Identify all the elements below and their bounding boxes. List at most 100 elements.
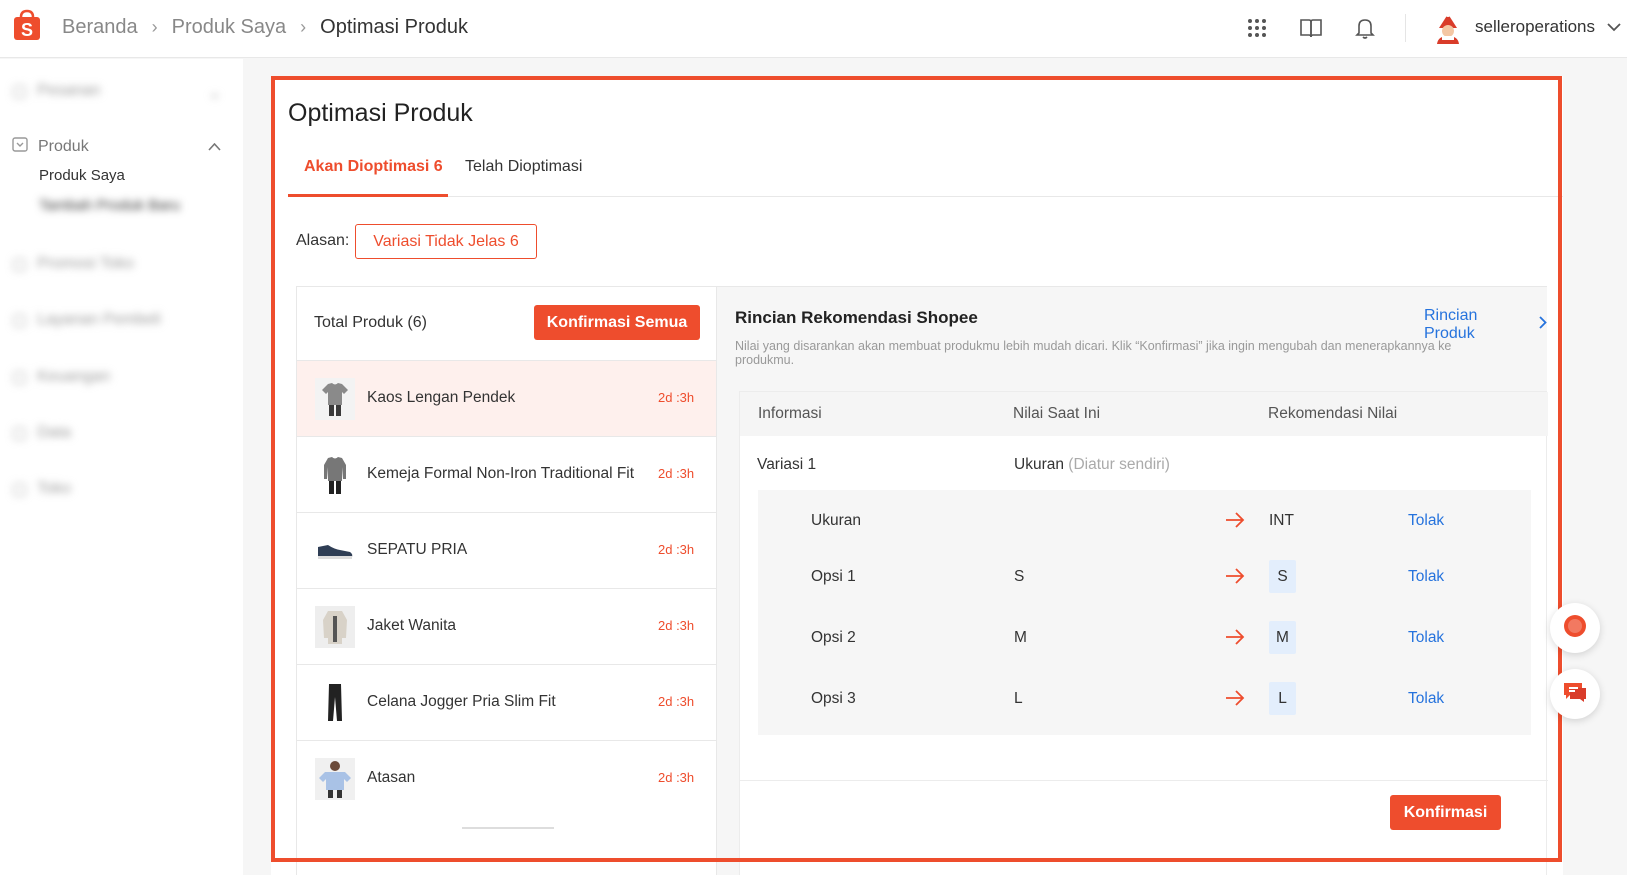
sidebar-item-label: Toko bbox=[37, 480, 71, 497]
list-item[interactable]: Atasan 2d :3h bbox=[297, 740, 716, 816]
jacket-icon bbox=[315, 606, 355, 648]
variation-note: (Diatur sendiri) bbox=[1068, 456, 1170, 473]
shirt-icon bbox=[315, 454, 355, 496]
variation-label: Variasi 1 bbox=[757, 456, 817, 473]
table-row: Opsi 1 S S Tolak bbox=[758, 556, 1531, 596]
table-header: Informasi Nilai Saat Ini Rekomendasi Nil… bbox=[740, 392, 1548, 436]
pants-icon bbox=[315, 682, 355, 724]
divider bbox=[740, 780, 1548, 781]
product-name: Celana Jogger Pria Slim Fit bbox=[367, 693, 556, 710]
order-icon: ▢ bbox=[12, 83, 28, 100]
chevron-right-icon bbox=[1539, 316, 1547, 334]
sidebar-item-label: Produk bbox=[38, 137, 89, 155]
notification-bubble-icon bbox=[1562, 613, 1588, 644]
service-icon: ▢ bbox=[12, 312, 28, 329]
row-current: M bbox=[1014, 629, 1027, 646]
reject-button[interactable]: Tolak bbox=[1408, 629, 1444, 647]
recommendation-panel: Rincian Rekomendasi Shopee Rincian Produ… bbox=[717, 286, 1548, 875]
list-item[interactable]: Kemeja Formal Non-Iron Traditional Fit 2… bbox=[297, 436, 716, 512]
tshirt-icon bbox=[315, 378, 355, 420]
promo-icon: ▢ bbox=[12, 256, 28, 273]
sidebar-item-promosi[interactable]: ▢ Promosi Toko bbox=[12, 254, 134, 274]
apps-grid-icon[interactable] bbox=[1245, 16, 1269, 40]
chat-icon bbox=[1562, 680, 1588, 709]
arrow-right-icon bbox=[1224, 509, 1246, 531]
breadcrumb-produk-saya[interactable]: Produk Saya bbox=[172, 16, 287, 39]
sidebar-item-produk[interactable]: Produk bbox=[12, 136, 221, 157]
recommendation-table: Informasi Nilai Saat Ini Rekomendasi Nil… bbox=[739, 391, 1548, 875]
avatar[interactable] bbox=[1433, 12, 1463, 44]
row-recommended: M bbox=[1269, 621, 1296, 654]
reject-button[interactable]: Tolak bbox=[1408, 690, 1444, 708]
sidebar-item-keuangan[interactable]: ▢ Keuangan bbox=[12, 367, 110, 387]
recommendation-title: Rincian Rekomendasi Shopee bbox=[735, 308, 978, 327]
column-header: Nilai Saat Ini bbox=[1013, 405, 1101, 422]
reject-button[interactable]: Tolak bbox=[1408, 512, 1444, 530]
user-menu[interactable]: selleroperations bbox=[1475, 17, 1621, 37]
table-row: Opsi 3 L L Tolak bbox=[758, 678, 1531, 718]
shopee-logo-icon[interactable]: S bbox=[12, 9, 42, 41]
arrow-right-icon bbox=[1224, 565, 1246, 587]
sidebar-item-label: Keuangan bbox=[37, 368, 111, 385]
breadcrumb-beranda[interactable]: Beranda bbox=[62, 16, 138, 39]
confirm-button[interactable]: Konfirmasi bbox=[1390, 795, 1501, 830]
column-header: Informasi bbox=[758, 405, 822, 422]
bell-icon[interactable] bbox=[1353, 16, 1377, 40]
row-label: Ukuran bbox=[811, 512, 861, 529]
product-icon bbox=[12, 136, 28, 157]
chevron-up-icon bbox=[208, 138, 221, 156]
svg-text:S: S bbox=[21, 20, 33, 40]
list-item[interactable]: Jaket Wanita 2d :3h bbox=[297, 588, 716, 664]
row-current: L bbox=[1014, 690, 1023, 707]
countdown: 2d :3h bbox=[658, 466, 695, 481]
countdown: 2d :3h bbox=[658, 390, 695, 405]
header-divider bbox=[1405, 14, 1406, 42]
shop-icon: ▢ bbox=[12, 481, 28, 498]
arrow-right-icon bbox=[1224, 626, 1246, 648]
reject-button[interactable]: Tolak bbox=[1408, 568, 1444, 586]
list-item[interactable]: Kaos Lengan Pendek 2d :3h bbox=[297, 360, 716, 436]
product-detail-link[interactable]: Rincian Produk bbox=[1424, 307, 1547, 343]
book-icon[interactable] bbox=[1299, 16, 1323, 40]
row-label: Opsi 3 bbox=[811, 690, 856, 707]
reason-filter-button[interactable]: Variasi Tidak Jelas 6 bbox=[355, 224, 537, 259]
variation-current-value: Ukuran (Diatur sendiri) bbox=[1014, 456, 1170, 474]
product-name: Kemeja Formal Non-Iron Traditional Fit bbox=[367, 465, 635, 482]
sidebar-item-data[interactable]: ▢ Data bbox=[12, 423, 71, 443]
product-name: Atasan bbox=[367, 769, 416, 786]
breadcrumb: Beranda › Produk Saya › Optimasi Produk bbox=[62, 16, 468, 39]
row-recommended: INT bbox=[1269, 512, 1294, 529]
confirm-all-button[interactable]: Konfirmasi Semua bbox=[534, 305, 700, 340]
arrow-right-icon bbox=[1224, 687, 1246, 709]
sidebar-item-layanan[interactable]: ▢ Layanan Pembeli bbox=[12, 310, 161, 330]
countdown: 2d :3h bbox=[658, 618, 695, 633]
blouse-icon bbox=[315, 758, 355, 800]
variation-name: Ukuran bbox=[1014, 456, 1064, 473]
list-scrollbar[interactable] bbox=[462, 827, 554, 829]
countdown: 2d :3h bbox=[658, 770, 695, 785]
sidebar-item-toko[interactable]: ▢ Toko bbox=[12, 479, 71, 499]
option-rows: Ukuran INT Tolak Opsi 1 S S Tolak Opsi 2 bbox=[758, 490, 1531, 735]
list-item[interactable]: SEPATU PRIA 2d :3h bbox=[297, 512, 716, 588]
top-bar: S Beranda › Produk Saya › Optimasi Produ… bbox=[0, 0, 1627, 58]
countdown: 2d :3h bbox=[658, 542, 695, 557]
shoe-icon bbox=[315, 530, 355, 572]
reason-label: Alasan: bbox=[296, 232, 350, 249]
product-name: Kaos Lengan Pendek bbox=[367, 389, 516, 406]
table-row: Opsi 2 M M Tolak bbox=[758, 617, 1531, 657]
sidebar-subitem-tambah-produk[interactable]: Tambah Produk Baru bbox=[39, 197, 180, 214]
chat-bubble-button[interactable] bbox=[1550, 603, 1600, 653]
sidebar: ▢ Pesanan ⌄ Produk Produk Saya Tambah Pr… bbox=[0, 59, 243, 875]
tab-bar: Akan Dioptimasi 6 Telah Dioptimasi bbox=[288, 148, 1563, 197]
countdown: 2d :3h bbox=[658, 694, 695, 709]
breadcrumb-current: Optimasi Produk bbox=[320, 16, 468, 38]
list-header: Total Produk (6) Konfirmasi Semua bbox=[297, 287, 716, 360]
recommendation-description: Nilai yang disarankan akan membuat produ… bbox=[735, 339, 1452, 367]
chat-button[interactable] bbox=[1550, 669, 1600, 719]
tab-telah-dioptimasi[interactable]: Telah Dioptimasi bbox=[465, 158, 582, 176]
tab-akan-dioptimasi[interactable]: Akan Dioptimasi 6 bbox=[304, 158, 443, 176]
data-icon: ▢ bbox=[12, 425, 28, 442]
sidebar-subitem-produk-saya[interactable]: Produk Saya bbox=[39, 167, 125, 184]
sidebar-item-pesanan[interactable]: ▢ Pesanan ⌄ bbox=[12, 81, 221, 102]
list-item[interactable]: Celana Jogger Pria Slim Fit 2d :3h bbox=[297, 664, 716, 740]
